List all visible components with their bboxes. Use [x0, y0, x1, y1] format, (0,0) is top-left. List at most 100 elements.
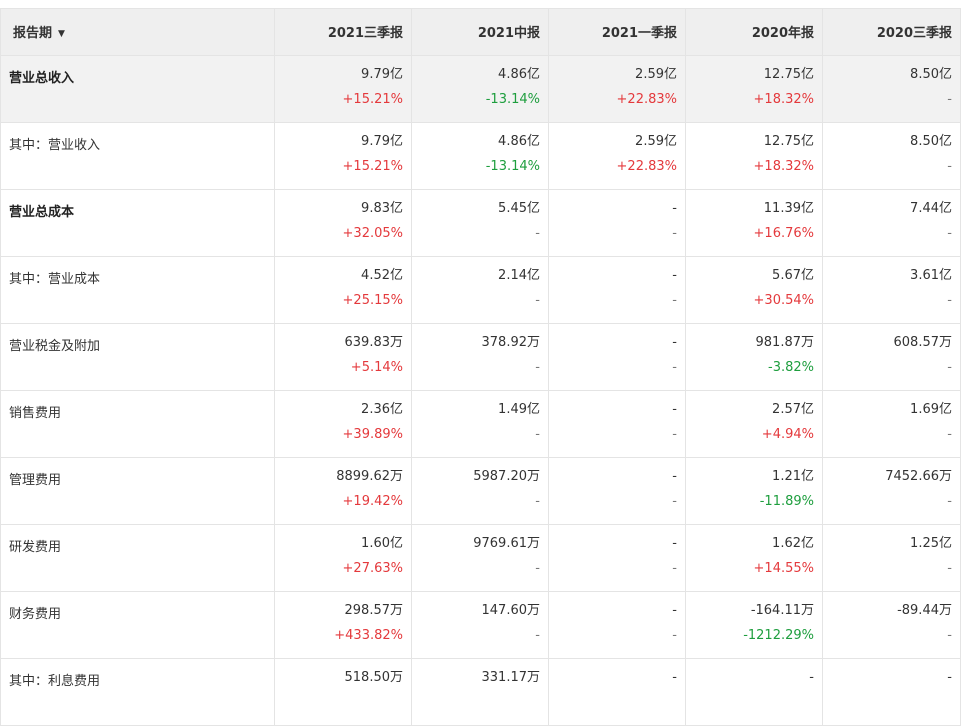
- yoy-change: -: [947, 628, 952, 643]
- period-label: 报告期: [13, 26, 53, 41]
- data-cell: 5987.20万 -: [411, 457, 549, 525]
- data-cell: 2.14亿 -: [411, 256, 549, 324]
- cell-value: 1.21亿: [772, 469, 814, 484]
- data-cell: 12.75亿 +18.32%: [685, 122, 823, 190]
- data-cell: --: [548, 524, 686, 592]
- cell-value: 9.79亿: [361, 134, 403, 149]
- yoy-change: -: [672, 293, 677, 308]
- cell-value: 1.62亿: [772, 536, 814, 551]
- cell-value: -89.44万: [897, 603, 952, 618]
- row-label: 营业总收入: [0, 55, 275, 123]
- table-row: 销售费用 2.36亿 +39.89% 1.49亿 - - -2.57亿 +4.94% 1.69亿…: [0, 390, 961, 458]
- data-cell: 9769.61万 -: [411, 524, 549, 592]
- data-cell: --: [548, 323, 686, 391]
- yoy-change: -: [535, 561, 540, 576]
- data-cell: 518.50万: [274, 658, 412, 726]
- cell-value: 1.25亿: [910, 536, 952, 551]
- data-cell: 9.83亿 +32.05%: [274, 189, 412, 257]
- yoy-change: +27.63%: [342, 561, 403, 576]
- yoy-change: -: [947, 494, 952, 509]
- cell-value: 9769.61万: [473, 536, 540, 551]
- data-cell: 378.92万 -: [411, 323, 549, 391]
- data-cell: -: [685, 658, 823, 726]
- cell-value: -: [672, 201, 677, 216]
- table-row: 营业总成本 9.83亿 +32.05% 5.45亿 - - -11.39亿 +16.76% 7.…: [0, 189, 961, 257]
- yoy-change: -: [947, 360, 952, 375]
- cell-value: 1.69亿: [910, 402, 952, 417]
- cell-value: 12.75亿: [763, 134, 814, 149]
- cell-value: 981.87万: [755, 335, 815, 350]
- yoy-change: -: [672, 494, 677, 509]
- cell-value: -: [672, 536, 677, 551]
- cell-value: 331.17万: [481, 670, 541, 685]
- column-header-2020-q3[interactable]: 2020三季报: [822, 8, 961, 56]
- data-cell: -89.44万 -: [822, 591, 961, 659]
- yoy-change: +5.14%: [350, 360, 403, 375]
- table-row: 营业总收入 9.79亿 +15.21% 4.86亿 -13.14% 2.59亿 +22.83…: [0, 55, 961, 123]
- yoy-change: -: [672, 226, 677, 241]
- data-cell: 639.83万 +5.14%: [274, 323, 412, 391]
- yoy-change: -: [535, 494, 540, 509]
- cell-value: -: [672, 335, 677, 350]
- cell-value: -: [672, 670, 677, 685]
- data-cell: 608.57万 -: [822, 323, 961, 391]
- cell-value: 2.36亿: [361, 402, 403, 417]
- table-row: 其中：利息费用 518.50万 331.17万 - - -: [0, 658, 961, 726]
- data-cell: 9.79亿 +15.21%: [274, 122, 412, 190]
- yoy-change: -: [535, 628, 540, 643]
- table-row: 其中：营业成本 4.52亿 +25.15% 2.14亿 - - -5.67亿 +30.54% 3…: [0, 256, 961, 324]
- cell-value: -: [672, 268, 677, 283]
- cell-value: 2.14亿: [498, 268, 540, 283]
- yoy-change: -: [947, 92, 952, 107]
- data-cell: --: [548, 591, 686, 659]
- data-cell: 4.52亿 +25.15%: [274, 256, 412, 324]
- yoy-change: +18.32%: [753, 92, 814, 107]
- cell-value: 4.52亿: [361, 268, 403, 283]
- yoy-change: +25.15%: [342, 293, 403, 308]
- table-row: 研发费用 1.60亿 +27.63% 9769.61万 - - -1.62亿 +14.55% 1…: [0, 524, 961, 592]
- yoy-change: -: [947, 293, 952, 308]
- row-label: 其中：营业成本: [0, 256, 275, 324]
- period-sort-header[interactable]: 报告期 ▼: [0, 8, 275, 56]
- cell-value: -: [672, 469, 677, 484]
- yoy-change: -: [672, 628, 677, 643]
- cell-value: 4.86亿: [498, 67, 540, 82]
- cell-value: 5.67亿: [772, 268, 814, 283]
- cell-value: 1.49亿: [498, 402, 540, 417]
- data-cell: 1.25亿 -: [822, 524, 961, 592]
- data-cell: 331.17万: [411, 658, 549, 726]
- yoy-change: -13.14%: [485, 159, 540, 174]
- cell-value: 518.50万: [344, 670, 404, 685]
- column-header-2021-q1[interactable]: 2021一季报: [548, 8, 686, 56]
- column-header-2021-h1[interactable]: 2021中报: [411, 8, 549, 56]
- yoy-change: +14.55%: [753, 561, 814, 576]
- column-header-2021-q3[interactable]: 2021三季报: [274, 8, 412, 56]
- column-header-2020-annual[interactable]: 2020年报: [685, 8, 823, 56]
- cell-value: 12.75亿: [763, 67, 814, 82]
- data-cell: --: [548, 390, 686, 458]
- table-row: 其中：营业收入 9.79亿 +15.21% 4.86亿 -13.14% 2.59亿 +22.…: [0, 122, 961, 190]
- data-cell: 5.67亿 +30.54%: [685, 256, 823, 324]
- cell-value: 7452.66万: [885, 469, 952, 484]
- cell-value: 11.39亿: [763, 201, 814, 216]
- data-cell: 1.21亿 -11.89%: [685, 457, 823, 525]
- yoy-change: -: [947, 226, 952, 241]
- data-cell: 1.49亿 -: [411, 390, 549, 458]
- caret-down-icon: ▼: [58, 29, 65, 39]
- cell-value: 3.61亿: [910, 268, 952, 283]
- data-cell: 5.45亿 -: [411, 189, 549, 257]
- cell-value: 4.86亿: [498, 134, 540, 149]
- cell-value: 608.57万: [893, 335, 953, 350]
- row-label: 其中：利息费用: [0, 658, 275, 726]
- data-cell: 8899.62万 +19.42%: [274, 457, 412, 525]
- cell-value: 8.50亿: [910, 67, 952, 82]
- cell-value: 2.57亿: [772, 402, 814, 417]
- data-cell: 2.36亿 +39.89%: [274, 390, 412, 458]
- row-label: 销售费用: [0, 390, 275, 458]
- row-label: 财务费用: [0, 591, 275, 659]
- data-cell: 8.50亿 -: [822, 122, 961, 190]
- yoy-change: +39.89%: [342, 427, 403, 442]
- cell-value: 2.59亿: [635, 134, 677, 149]
- financial-table: 报告期 ▼ 2021三季报 2021中报 2021一季报 2020年报 2020三…: [0, 8, 961, 726]
- cell-value: 639.83万: [344, 335, 404, 350]
